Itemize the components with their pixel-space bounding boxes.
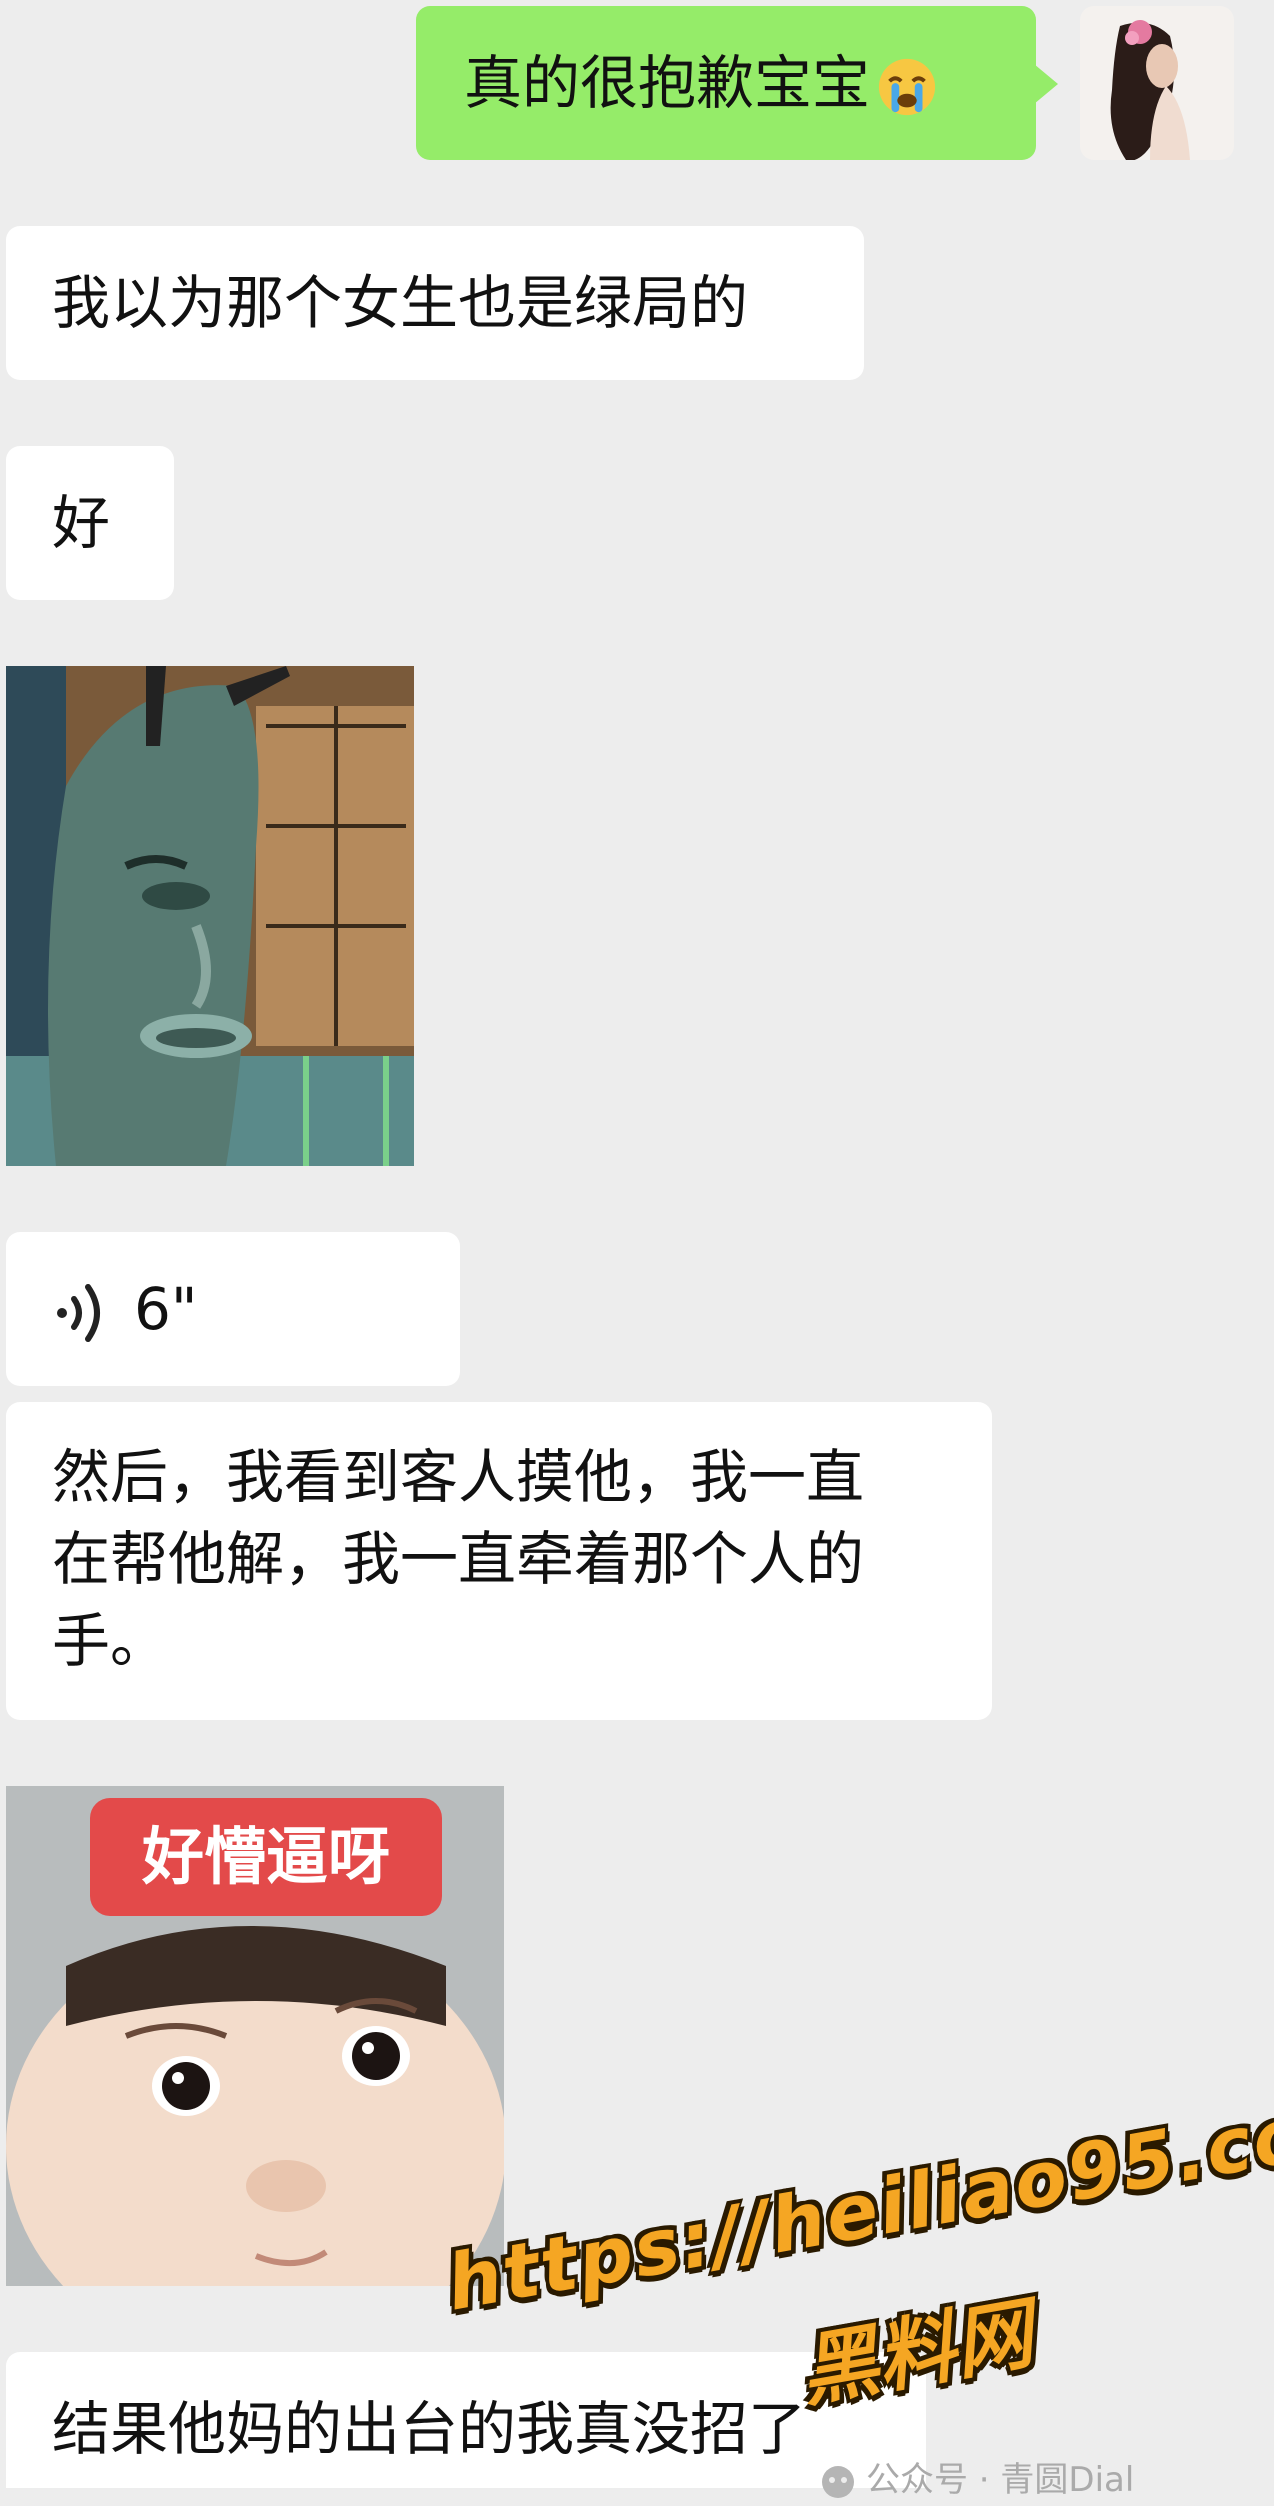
incoming-message-text: 我以为那个女生也是绿局的 <box>52 269 749 337</box>
voice-wave-icon <box>57 1283 100 1342</box>
outgoing-message-text: 真的很抱歉宝宝 <box>464 49 871 117</box>
sticker-image[interactable]: 好懵逼呀 <box>6 1786 504 2286</box>
incoming-message-text-line: 在帮他解，我一直牵着那个人的 <box>52 1525 865 1593</box>
incoming-message-bubble[interactable]: 然后，我看到客人摸他，我一直 在帮他解，我一直牵着那个人的 手。 <box>6 1402 992 1720</box>
footer-label-text: 公众号 · 青圆Dial <box>866 2460 1135 2500</box>
outgoing-message-bubble[interactable]: 真的很抱歉宝宝 <box>416 6 1058 160</box>
sticker-caption: 好懵逼呀 <box>141 1820 390 1893</box>
sticker-cartoon-face <box>6 666 414 1166</box>
incoming-message-text: 好 <box>52 489 111 557</box>
footer-source-label: 公众号 · 青圆Dial <box>820 2452 1134 2501</box>
sticker-image[interactable] <box>6 666 414 1166</box>
my-avatar[interactable] <box>1080 6 1234 160</box>
incoming-message-text: 结果他妈的出台的我真没招了 <box>52 2395 807 2463</box>
incoming-message-text-line: 然后，我看到客人摸他，我一直 <box>52 1443 865 1511</box>
incoming-message-text-line: 手。 <box>52 1607 169 1675</box>
voice-duration: 6" <box>134 1275 198 1343</box>
watermark-brand-text: 黑料网 <box>793 2289 1040 2419</box>
watermark-url-text: https://heiliao95.com <box>440 2074 1274 2328</box>
incoming-message-bubble[interactable]: 结果他妈的出台的我真没招了 <box>6 2352 926 2488</box>
voice-message-bubble[interactable]: 6" <box>6 1232 460 1386</box>
crying-face-emoji-icon <box>878 58 936 115</box>
incoming-message-bubble[interactable]: 我以为那个女生也是绿局的 <box>6 226 864 380</box>
incoming-message-bubble[interactable]: 好 <box>6 446 174 600</box>
avatar-image <box>1080 6 1234 160</box>
wechat-official-account-icon <box>822 2465 854 2498</box>
